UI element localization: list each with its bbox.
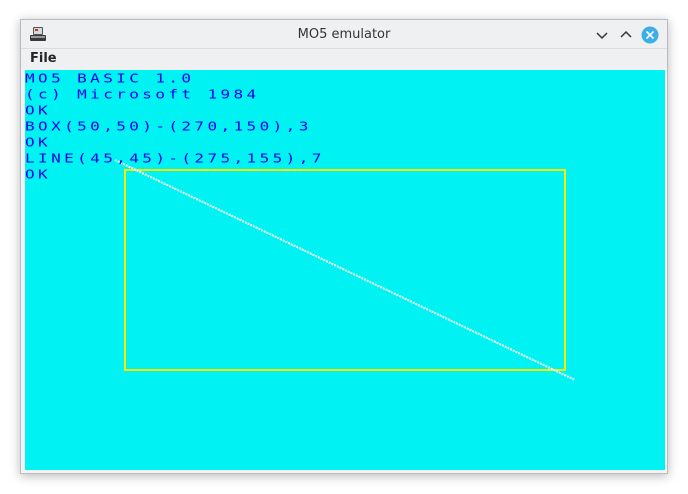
terminal-line: BOX(50,50)-(270,150),3	[25, 118, 312, 134]
close-button[interactable]	[641, 26, 659, 44]
menu-bar: File	[21, 49, 667, 69]
emulator-window: MO5 emulator File MO5 BASIC 1.0 (c) Micr…	[20, 19, 668, 474]
terminal-line: LINE(45,45)-(275,155),7	[25, 150, 325, 166]
terminal-output: MO5 BASIC 1.0 (c) Microsoft 1984 OK BOX(…	[25, 70, 325, 182]
terminal-line: OK	[25, 166, 52, 182]
minimize-button[interactable]	[593, 26, 611, 44]
close-icon	[641, 26, 659, 44]
terminal-line: OK	[25, 134, 52, 150]
terminal-line: MO5 BASIC 1.0	[25, 70, 195, 86]
window-title: MO5 emulator	[297, 27, 391, 42]
chevron-down-icon	[596, 32, 608, 40]
emulator-screen[interactable]: MO5 BASIC 1.0 (c) Microsoft 1984 OK BOX(…	[25, 70, 665, 470]
terminal-line: OK	[25, 102, 52, 118]
terminal-line: (c) Microsoft 1984	[25, 86, 260, 102]
title-bar[interactable]: MO5 emulator	[21, 20, 667, 49]
chevron-up-icon	[620, 30, 632, 38]
maximize-button[interactable]	[617, 26, 635, 44]
drawn-box	[124, 169, 566, 371]
menu-file[interactable]: File	[30, 50, 57, 68]
drawn-line	[114, 159, 576, 381]
